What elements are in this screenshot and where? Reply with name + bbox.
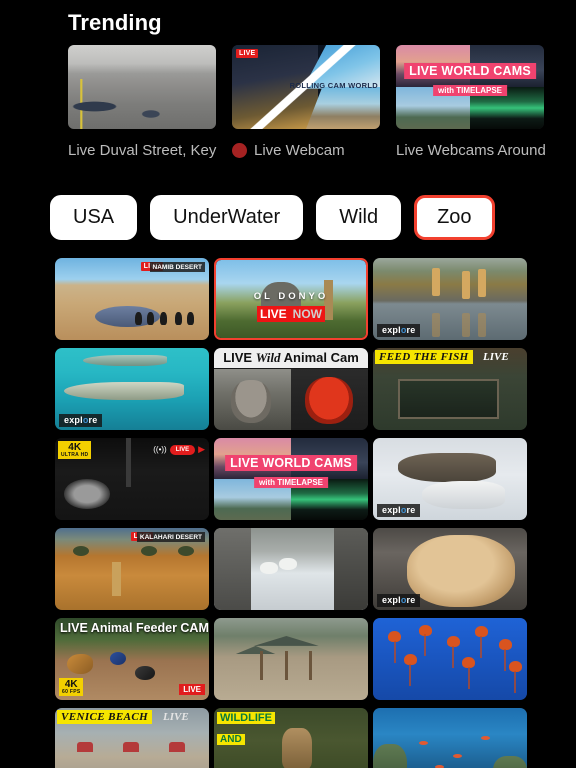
grid-item-live-world-cams-timelapse[interactable]: LIVE WORLD CAMS with TIMELAPSE <box>214 438 368 520</box>
category-chip-wild[interactable]: Wild <box>316 195 402 240</box>
grid-item-feed-the-fish-cam[interactable]: FEED THE FISH LIVE <box>373 348 527 430</box>
trending-label-text: Live Duval Street, Key <box>68 142 217 159</box>
live-dot-icon <box>232 143 247 158</box>
scene-namib-desert <box>55 258 209 340</box>
title-pre: LIVE <box>223 350 253 365</box>
grid-item-coral-reef-aquarium-cam[interactable] <box>373 708 527 768</box>
overlay-title: LIVE WORLD CAMS <box>225 455 357 472</box>
live-world-cams-overlay: LIVE WORLD CAMS with TIMELAPSE <box>225 454 357 490</box>
grid-item-namib-desert-cam[interactable]: LIVE NAMIB DESERT <box>55 258 209 340</box>
grid-item-wildlife-and-cam[interactable]: WILDLIFE AND Live 24/7 <box>214 708 368 768</box>
overlay-title: LIVE WORLD CAMS <box>404 63 536 80</box>
camera-title: OL DONYO <box>253 291 329 303</box>
overlay-subtitle: with TIMELAPSE <box>433 85 507 97</box>
live-text: LIVE <box>257 306 290 323</box>
scene-rolling-cam-world: ROLLING CAM WORLD <box>232 45 380 129</box>
grid-item-puppy-cam[interactable]: explore <box>373 528 527 610</box>
trending-thumbnail[interactable] <box>68 45 216 129</box>
scene-jellyfish <box>373 618 527 700</box>
trending-label: Live Duval Street, Key <box>68 142 216 159</box>
trending-thumbnail[interactable]: ROLLING CAM WORLD LIVE <box>232 45 380 129</box>
trending-thumbnail[interactable]: LIVE WORLD CAMS with TIMELAPSE <box>396 45 544 129</box>
grid-item-polar-bear-enclosure-cam[interactable] <box>214 528 368 610</box>
rolling-cam-world-text: ROLLING CAM WORLD <box>289 81 378 91</box>
trending-card-live-webcam[interactable]: ROLLING CAM WORLD LIVE Live Webcam <box>232 45 380 170</box>
venice-beach-strip: VENICE BEACH <box>57 710 153 724</box>
grid-item-arctic-wolves-cam[interactable]: explore <box>373 438 527 520</box>
scene-coral-reef <box>373 708 527 768</box>
trending-label: Live Webcams Around <box>396 142 546 159</box>
scene-animal-feeder <box>55 618 209 700</box>
trending-label-text: Live Webcam <box>254 142 345 159</box>
grid-item-kalahari-desert-cam[interactable]: LIVE KALAHARI DESERT <box>55 528 209 610</box>
grid-item-jellyfish-cam[interactable] <box>373 618 527 700</box>
scene-kalahari-desert <box>55 528 209 610</box>
scene-polar-enclosure <box>214 528 368 610</box>
grid-item-wild-animal-cam[interactable]: LIVE Wild Animal Cam <box>214 348 368 430</box>
grid-item-venice-beach-cam[interactable]: VENICE BEACH LIVE <box>55 708 209 768</box>
category-chip-usa[interactable]: USA <box>50 195 138 240</box>
scene-night-vision <box>55 438 209 520</box>
live-world-cams-overlay: LIVE WORLD CAMS with TIMELAPSE <box>404 62 536 98</box>
explore-watermark: explore <box>377 594 421 607</box>
trending-row: Live Duval Street, Key ROLLING CAM WORLD… <box>0 45 576 170</box>
explore-watermark: explore <box>59 414 103 427</box>
scene-wildlife-deer <box>214 708 368 768</box>
feed-the-fish-strip: FEED THE FISH <box>375 350 473 364</box>
live-cams-screen: Trending Live Duval Street, Key ROLLING … <box>0 0 576 768</box>
title-post: Animal Cam <box>283 350 359 365</box>
overlay-subtitle: with TIMELAPSE <box>254 477 328 489</box>
grid-item-night-vision-badger-cam[interactable]: 4K ULTRA HD ((•)) LIVE ▶ <box>55 438 209 520</box>
camera-title-bar: LIVE Wild Animal Cam <box>214 348 368 369</box>
trending-card-world-cams[interactable]: LIVE WORLD CAMS with TIMELAPSE Live Webc… <box>396 45 546 170</box>
now-text: NOW <box>289 306 325 323</box>
grid-item-animal-feeder-cam[interactable]: LIVE Animal Feeder CAM 4K 60 FPS LIVE <box>55 618 209 700</box>
scene-street-webcam <box>68 45 216 129</box>
camera-grid: LIVE NAMIB DESERT OL DONYO LIVE NOW expl… <box>55 258 527 768</box>
scene-ol-donyo: OL DONYO LIVE NOW <box>216 260 366 338</box>
trending-label-text: Live Webcams Around <box>396 142 546 159</box>
trending-label: Live Webcam <box>232 142 380 159</box>
grid-item-safari-pavilion-cam[interactable] <box>214 618 368 700</box>
category-chip-underwater[interactable]: UnderWater <box>150 195 304 240</box>
category-filter-bar: USA UnderWater Wild Zoo <box>0 190 576 245</box>
grid-item-shark-tank-cam[interactable]: explore <box>55 348 209 430</box>
trending-card-duval[interactable]: Live Duval Street, Key <box>68 45 216 170</box>
scene-safari-pavilion <box>214 618 368 700</box>
live-now-badge: LIVE NOW <box>257 305 325 323</box>
explore-watermark: explore <box>377 324 421 337</box>
page-title: Trending <box>68 10 162 35</box>
grid-item-giraffe-waterhole-cam[interactable]: explore <box>373 258 527 340</box>
explore-watermark: explore <box>377 504 421 517</box>
category-chip-zoo[interactable]: Zoo <box>414 195 495 240</box>
title-italic: Wild <box>255 350 281 365</box>
grid-item-ol-donyo-cam[interactable]: OL DONYO LIVE NOW <box>214 258 368 340</box>
